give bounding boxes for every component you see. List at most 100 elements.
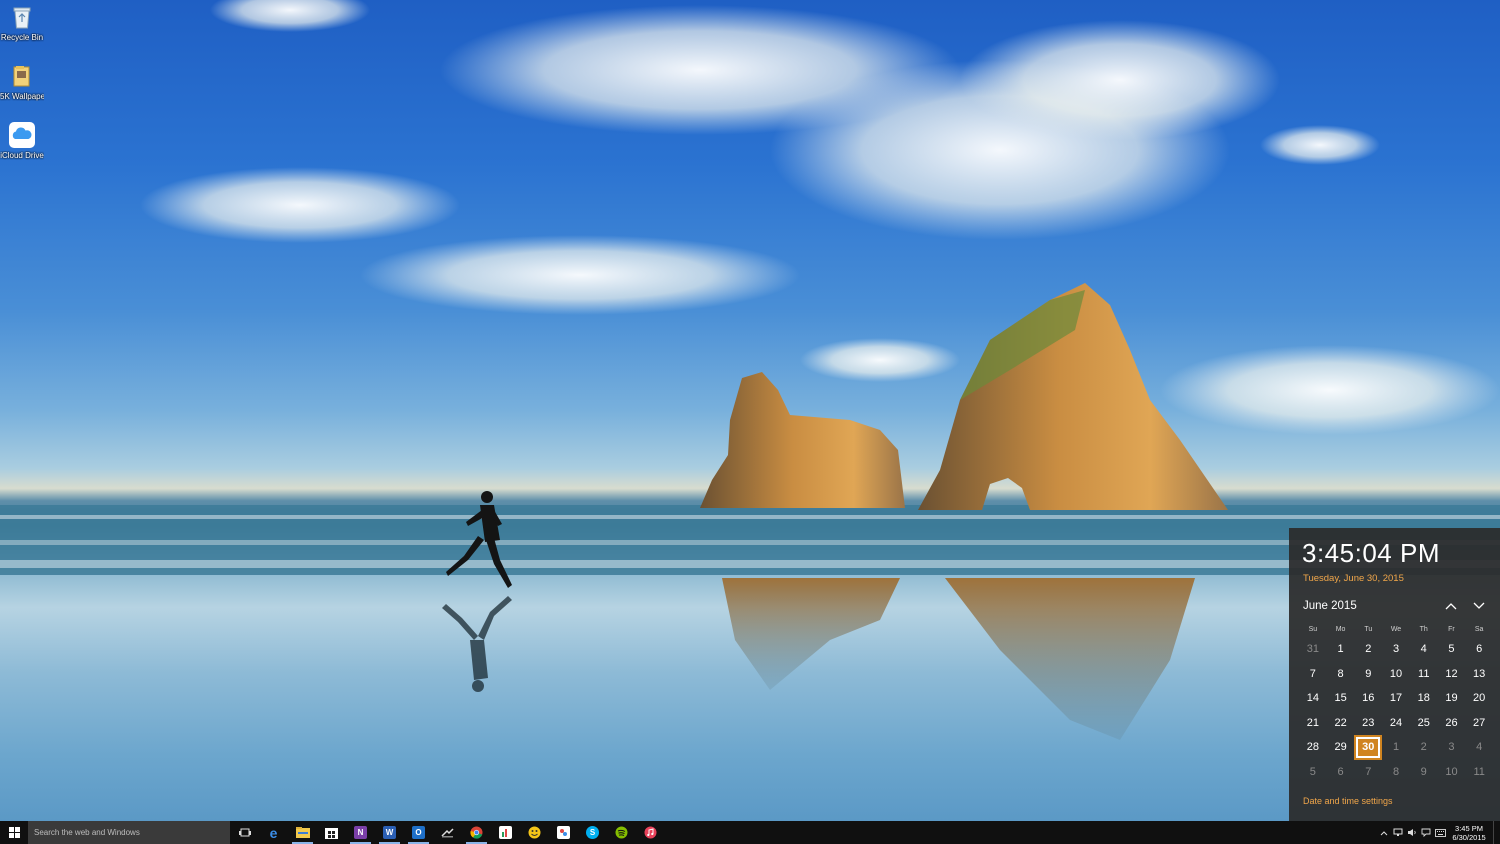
network-button[interactable] xyxy=(1391,821,1405,844)
calendar-day[interactable]: 31 xyxy=(1299,637,1327,662)
calendar-day[interactable]: 3 xyxy=(1438,735,1466,760)
calendar-week: 21 22 23 24 25 26 27 xyxy=(1299,711,1493,736)
taskbar-chrome[interactable] xyxy=(462,821,491,844)
folder-icon xyxy=(9,63,35,89)
taskbar-edge[interactable]: e xyxy=(259,821,288,844)
weekday-label: We xyxy=(1390,626,1402,633)
search-placeholder: Search the web and Windows xyxy=(34,828,140,837)
calendar-day[interactable]: 12 xyxy=(1438,662,1466,687)
calendar-day[interactable]: 29 xyxy=(1327,735,1355,760)
calendar-day[interactable]: 7 xyxy=(1299,662,1327,687)
desktop-icon-icloud-drive[interactable]: iCloud Drive xyxy=(0,122,44,160)
calendar-day[interactable]: 3 xyxy=(1382,637,1410,662)
taskbar-skype[interactable]: S xyxy=(578,821,607,844)
calendar-day[interactable]: 8 xyxy=(1327,662,1355,687)
itunes-icon xyxy=(644,826,657,839)
outlook-icon: O xyxy=(412,826,425,839)
start-button[interactable] xyxy=(0,821,28,844)
desktop-icon-recycle-bin[interactable]: Recycle Bin xyxy=(0,4,44,42)
calendar-day[interactable]: 9 xyxy=(1354,662,1382,687)
calendar-day[interactable]: 6 xyxy=(1465,637,1493,662)
calendar-day[interactable]: 17 xyxy=(1382,686,1410,711)
calendar-day[interactable]: 1 xyxy=(1382,735,1410,760)
keyboard-icon xyxy=(1434,828,1446,837)
calendar-day[interactable]: 8 xyxy=(1382,760,1410,785)
show-desktop-button[interactable] xyxy=(1493,821,1500,844)
taskbar-spotify[interactable] xyxy=(607,821,636,844)
calendar-day[interactable]: 22 xyxy=(1327,711,1355,736)
skype-icon: S xyxy=(586,826,599,839)
chrome-icon xyxy=(470,826,483,839)
calendar-day[interactable]: 11 xyxy=(1465,760,1493,785)
taskbar-file-explorer[interactable] xyxy=(288,821,317,844)
calendar-week: 5 6 7 8 9 10 11 xyxy=(1299,760,1493,785)
taskbar-word[interactable]: W xyxy=(375,821,404,844)
word-icon: W xyxy=(383,826,396,839)
calendar-day[interactable]: 21 xyxy=(1299,711,1327,736)
calendar-day[interactable]: 23 xyxy=(1354,711,1382,736)
calendar-day[interactable]: 19 xyxy=(1438,686,1466,711)
speaker-icon xyxy=(1408,829,1416,836)
calendar-day[interactable]: 2 xyxy=(1410,735,1438,760)
calendar-day[interactable]: 13 xyxy=(1465,662,1493,687)
calendar-day[interactable]: 16 xyxy=(1354,686,1382,711)
calendar-day[interactable]: 25 xyxy=(1410,711,1438,736)
taskbar-task-view[interactable] xyxy=(230,821,259,844)
calendar-day[interactable]: 2 xyxy=(1354,637,1382,662)
previous-month-button[interactable] xyxy=(1442,598,1460,614)
taskbar-tool[interactable] xyxy=(433,821,462,844)
calendar-day[interactable]: 10 xyxy=(1438,760,1466,785)
keyboard-button[interactable] xyxy=(1433,821,1447,844)
taskbar: Search the web and Windows e N W O S 3:4… xyxy=(0,821,1500,844)
chevron-down-icon xyxy=(1473,602,1485,609)
edge-icon: e xyxy=(269,824,278,841)
chevron-up-icon xyxy=(1445,603,1457,610)
calendar-day[interactable]: 10 xyxy=(1382,662,1410,687)
desktop-icon-wallpapers-folder[interactable]: 5K Wallpapers xyxy=(0,63,44,101)
calendar-day[interactable]: 28 xyxy=(1299,735,1327,760)
calendar-day[interactable]: 26 xyxy=(1438,711,1466,736)
calendar-grid: Su Mo Tu We Th Fr Sa 31 1 2 3 4 5 6 7 8 … xyxy=(1299,623,1493,785)
calendar-week: 14 15 16 17 18 19 20 xyxy=(1299,686,1493,711)
desktop-icon-label: 5K Wallpapers xyxy=(0,92,44,101)
calendar-day-today[interactable]: 30 xyxy=(1354,735,1383,760)
calendar-day[interactable]: 4 xyxy=(1410,637,1438,662)
taskbar-onenote[interactable]: N xyxy=(346,821,375,844)
calendar-day[interactable]: 4 xyxy=(1465,735,1493,760)
date-time-settings-link[interactable]: Date and time settings xyxy=(1303,796,1393,806)
calendar-day[interactable]: 15 xyxy=(1327,686,1355,711)
next-month-button[interactable] xyxy=(1470,598,1488,614)
taskbar-itunes[interactable] xyxy=(636,821,665,844)
taskbar-outlook[interactable]: O xyxy=(404,821,433,844)
calendar-day[interactable]: 14 xyxy=(1299,686,1327,711)
taskbar-clock[interactable]: 3:45 PM 6/30/2015 xyxy=(1447,824,1491,842)
calendar-day[interactable]: 24 xyxy=(1382,711,1410,736)
spotify-icon xyxy=(615,826,628,839)
current-time: 3:45:04 PM xyxy=(1302,538,1440,568)
calendar-month-label[interactable]: June 2015 xyxy=(1303,600,1357,612)
taskbar-store[interactable] xyxy=(317,821,346,844)
search-box[interactable]: Search the web and Windows xyxy=(28,821,230,844)
weekday-label: Sa xyxy=(1474,626,1484,633)
calendar-day[interactable]: 7 xyxy=(1354,760,1382,785)
chevron-up-icon xyxy=(1380,830,1388,835)
paint-app-icon xyxy=(557,826,570,839)
calendar-day[interactable]: 11 xyxy=(1410,662,1438,687)
calendar-day[interactable]: 20 xyxy=(1465,686,1493,711)
calendar-day[interactable]: 5 xyxy=(1299,760,1327,785)
smiley-icon xyxy=(528,826,541,839)
taskbar-app-paint[interactable] xyxy=(549,821,578,844)
calendar-day[interactable]: 1 xyxy=(1327,637,1355,662)
calendar-day[interactable]: 6 xyxy=(1327,760,1355,785)
taskbar-app-smiley[interactable] xyxy=(520,821,549,844)
calendar-day[interactable]: 9 xyxy=(1410,760,1438,785)
show-hidden-icons-button[interactable] xyxy=(1377,821,1391,844)
system-tray: 3:45 PM 6/30/2015 xyxy=(1377,821,1500,844)
calendar-day[interactable]: 18 xyxy=(1410,686,1438,711)
calendar-day[interactable]: 27 xyxy=(1465,711,1493,736)
calendar-day[interactable]: 5 xyxy=(1438,637,1466,662)
volume-button[interactable] xyxy=(1405,821,1419,844)
action-center-button[interactable] xyxy=(1419,821,1433,844)
current-date-long[interactable]: Tuesday, June 30, 2015 xyxy=(1303,573,1404,584)
taskbar-app-chart[interactable] xyxy=(491,821,520,844)
